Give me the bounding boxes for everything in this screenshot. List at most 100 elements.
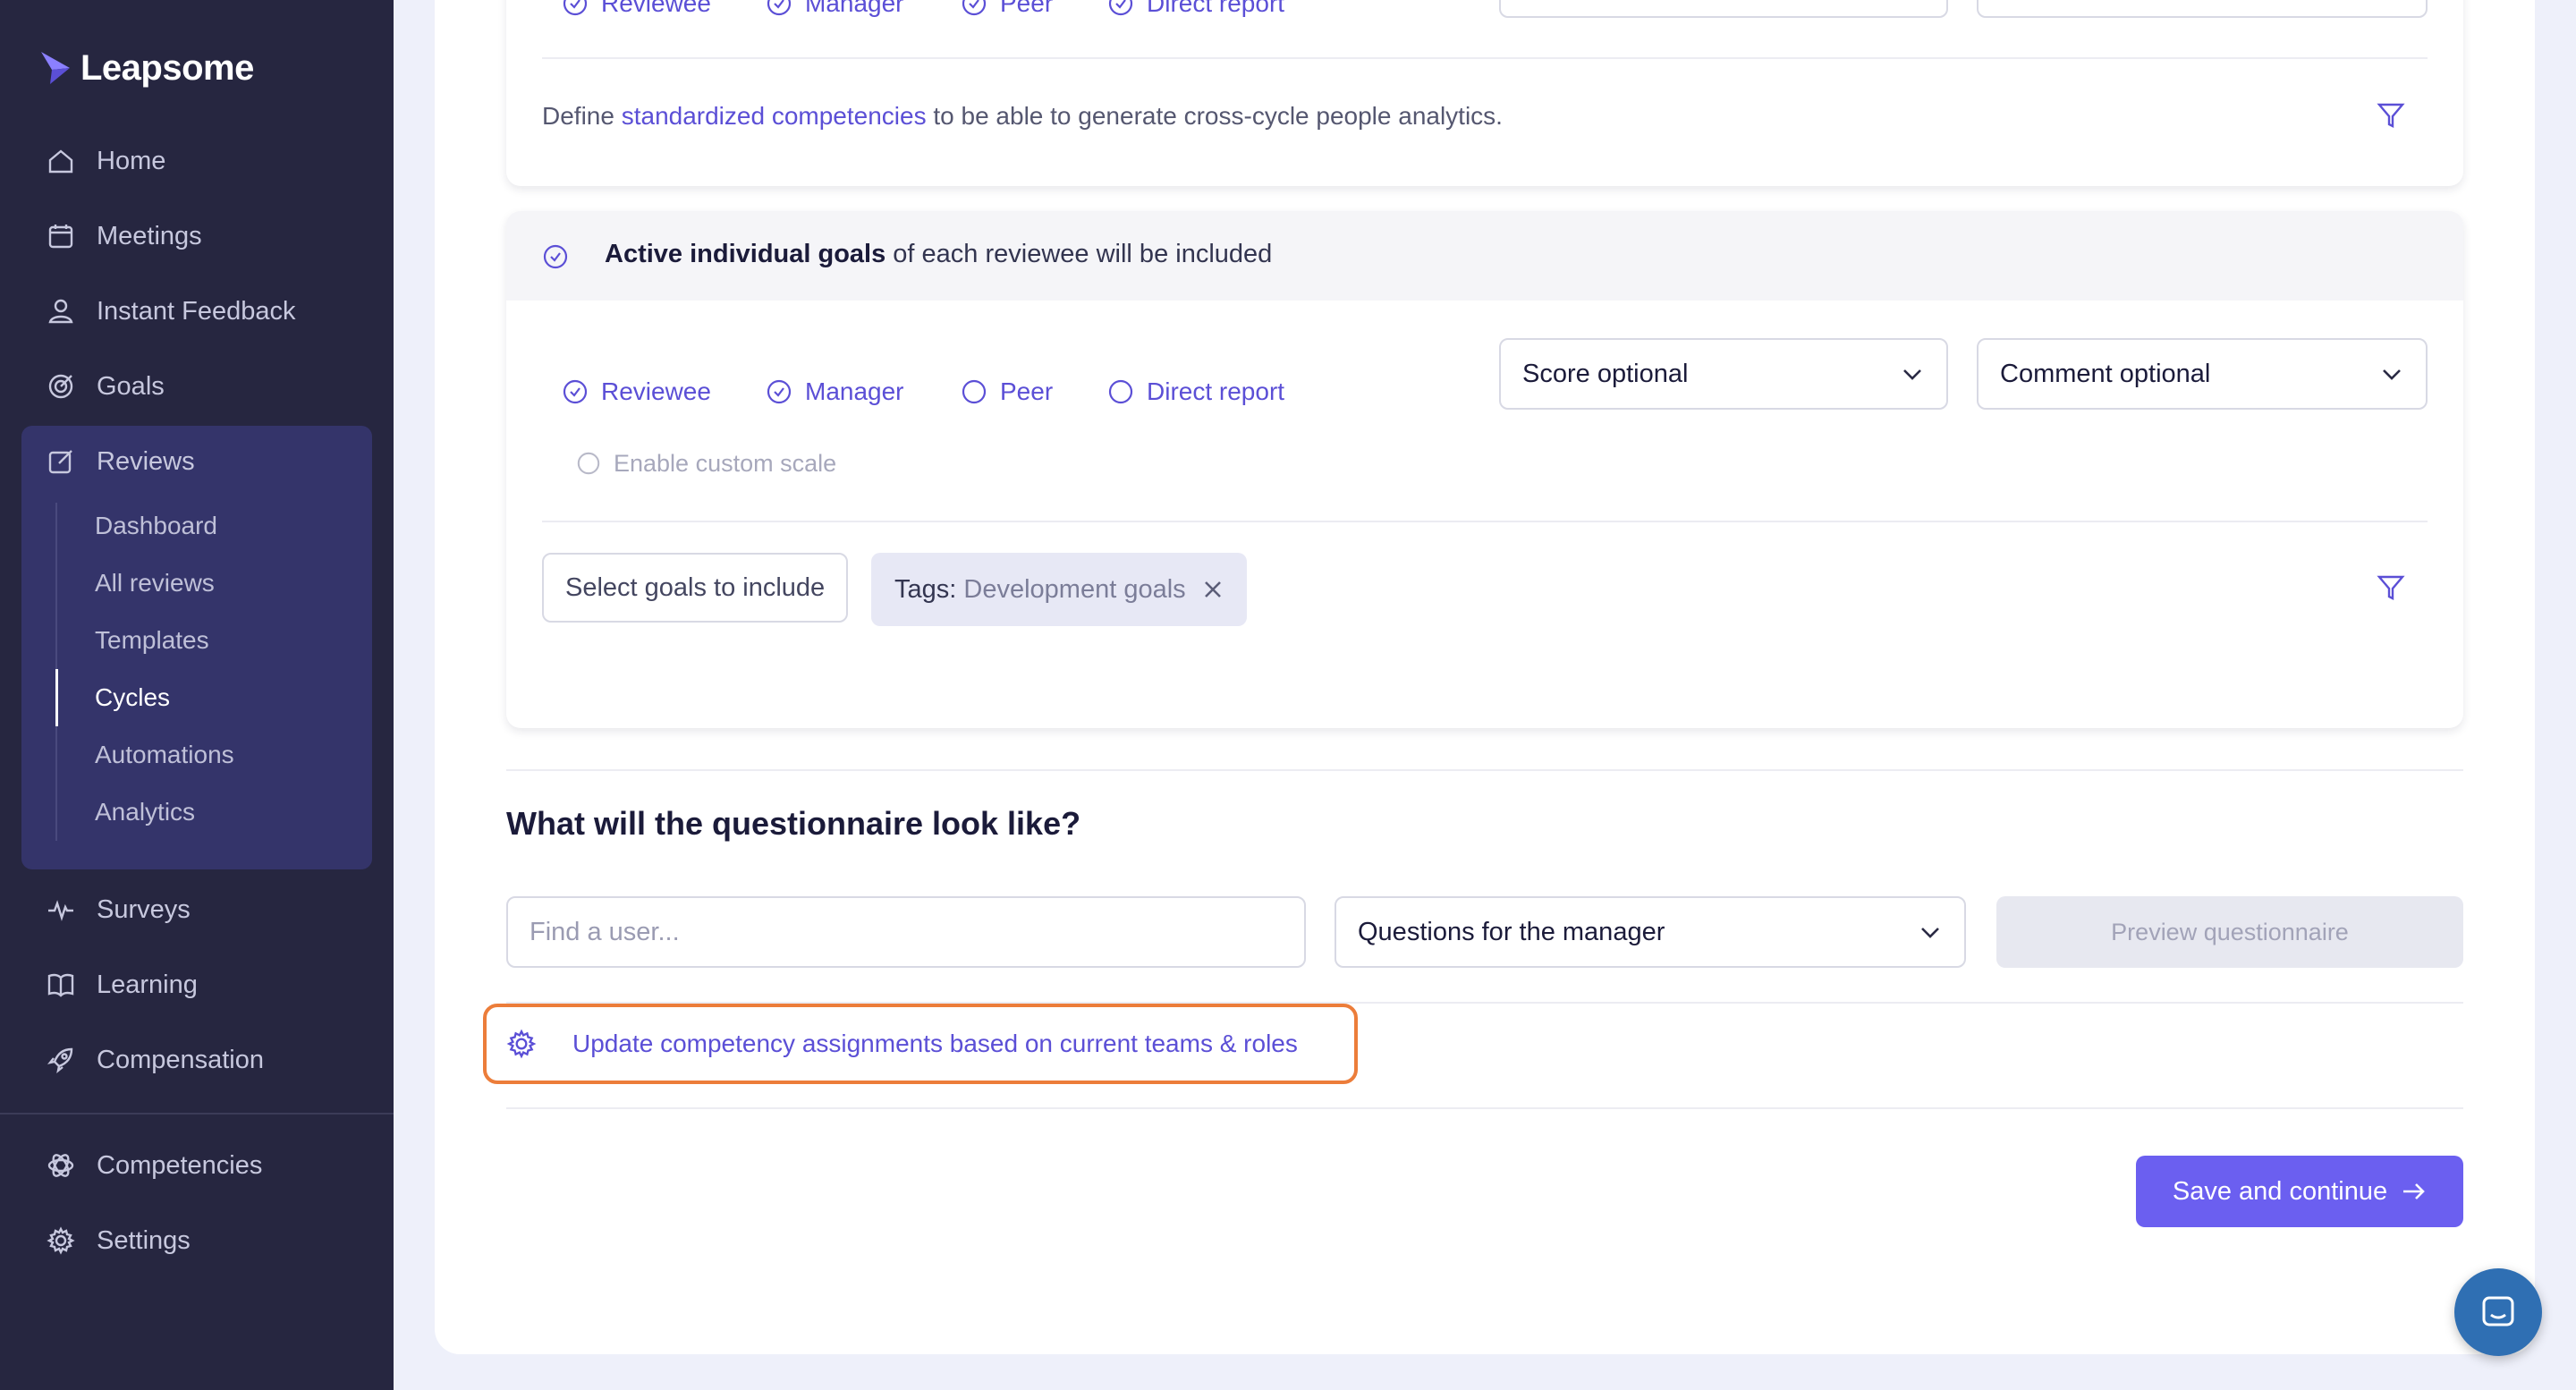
score-dropdown[interactable]: Score optional (1499, 338, 1948, 410)
find-user-input[interactable]: Find a user... (506, 896, 1306, 968)
update-link-label: Update competency assignments based on c… (572, 1030, 1298, 1057)
subnav-active-indicator (55, 669, 58, 726)
empty-circle-icon (962, 379, 987, 404)
subnav-analytics[interactable]: Analytics (95, 794, 195, 830)
custom-scale-label: Enable custom scale (614, 449, 837, 477)
leapsome-logo-icon (41, 52, 70, 84)
sidebar-item-learning[interactable]: Learning (45, 962, 198, 1007)
competencies-card (506, 0, 2463, 186)
competency-score-dropdown[interactable] (1499, 0, 1948, 18)
check-circle-icon (543, 244, 568, 269)
gear-icon (506, 1029, 537, 1059)
select-goals-button[interactable]: Select goals to include (542, 553, 849, 623)
sidebar-item-label: Surveys (97, 894, 191, 924)
role-label: Direct report (1147, 377, 1285, 405)
preview-button-label: Preview questionnaire (2111, 918, 2349, 945)
arrow-right-icon (2403, 1183, 2425, 1199)
sidebar-item-compensation[interactable]: Compensation (45, 1038, 264, 1082)
sidebar-item-label: Compensation (97, 1045, 264, 1074)
book-icon (45, 969, 77, 1001)
sidebar-item-label: Learning (97, 970, 198, 999)
competency-role-direct-report[interactable]: Direct report (1107, 0, 1284, 21)
update-competency-assignments-link[interactable]: Update competency assignments based on c… (483, 1004, 1358, 1084)
sidebar-item-home[interactable]: Home (45, 139, 165, 183)
atom-icon (45, 1149, 77, 1182)
goals-title-rest: of each reviewee will be included (886, 240, 1273, 268)
subnav-cycles[interactable]: Cycles (95, 680, 170, 716)
sidebar-item-meetings[interactable]: Meetings (45, 214, 202, 259)
sidebar-item-label: Instant Feedback (97, 296, 296, 326)
sidebar-item-label: Competencies (97, 1150, 263, 1180)
role-label: Reviewee (601, 377, 711, 405)
close-icon[interactable] (1202, 579, 1224, 600)
role-label: Manager (805, 377, 904, 405)
leapsome-logo[interactable]: Leapsome (39, 43, 254, 93)
sidebar-item-goals[interactable]: Goals (45, 364, 165, 409)
questions-dropdown[interactable]: Questions for the manager (1335, 896, 1966, 968)
sidebar-item-instant-feedback[interactable]: Instant Feedback (45, 289, 295, 334)
check-circle-icon (563, 379, 588, 404)
check-circle-icon (767, 0, 792, 16)
tag-value: Development goals (963, 574, 1186, 604)
sidebar-item-label: Goals (97, 371, 165, 401)
competency-comment-dropdown[interactable] (1977, 0, 2428, 18)
subnav-templates[interactable]: Templates (95, 623, 209, 658)
goals-role-peer[interactable]: Peer (961, 374, 1053, 410)
check-circle-icon (1108, 0, 1133, 16)
save-button-label: Save and continue (2172, 1176, 2388, 1206)
chat-icon (2482, 1296, 2514, 1326)
check-circle-icon (962, 0, 987, 16)
comment-dropdown[interactable]: Comment optional (1977, 338, 2428, 410)
competencies-hint: Define standardized competencies to be a… (542, 102, 1503, 131)
subnav-dashboard[interactable]: Dashboard (95, 508, 217, 544)
comment-dropdown-value: Comment optional (2000, 359, 2211, 388)
empty-circle-icon (1108, 379, 1133, 404)
filter-icon[interactable] (2376, 572, 2406, 603)
competency-role-peer[interactable]: Peer (961, 0, 1053, 21)
questions-dropdown-value: Questions for the manager (1358, 917, 1665, 946)
score-dropdown-value: Score optional (1522, 359, 1689, 388)
sidebar-item-label: Meetings (97, 221, 202, 250)
sidebar-item-surveys[interactable]: Surveys (45, 887, 191, 932)
sidebar-item-reviews[interactable]: Reviews (45, 439, 195, 484)
select-goals-label: Select goals to include (565, 572, 826, 602)
divider (542, 57, 2428, 59)
goals-role-direct-report[interactable]: Direct report (1107, 374, 1284, 410)
goals-role-manager[interactable]: Manager (766, 374, 904, 410)
rocket-icon (45, 1044, 77, 1076)
divider (506, 769, 2463, 771)
chevron-down-icon (2383, 369, 2401, 380)
sidebar-item-settings[interactable]: Settings (45, 1218, 191, 1263)
subnav-automations[interactable]: Automations (95, 737, 234, 773)
pulse-icon (45, 894, 77, 926)
edit-icon (45, 445, 77, 478)
filter-icon[interactable] (2376, 100, 2406, 131)
goals-role-reviewee[interactable]: Reviewee (562, 374, 711, 410)
sidebar-divider (0, 1113, 394, 1115)
role-label: Manager (805, 0, 904, 17)
goals-title-bold: Active individual goals (605, 240, 886, 268)
target-icon (45, 370, 77, 403)
check-circle-icon (767, 379, 792, 404)
competency-role-manager[interactable]: Manager (766, 0, 904, 21)
sidebar: Leapsome Home Meetings Instant Feedback … (0, 0, 394, 1390)
role-label: Peer (1000, 0, 1054, 17)
divider (506, 1107, 2463, 1109)
save-and-continue-button[interactable]: Save and continue (2136, 1156, 2463, 1227)
subnav-all-reviews[interactable]: All reviews (95, 565, 215, 601)
questionnaire-heading: What will the questionnaire look like? (506, 805, 1081, 842)
role-label: Direct report (1147, 0, 1285, 17)
chat-support-button[interactable] (2454, 1268, 2542, 1356)
tag-key: Tags: (894, 574, 957, 604)
meetings-icon (45, 220, 77, 252)
custom-scale-toggle[interactable]: Enable custom scale (576, 445, 836, 481)
competency-role-reviewee[interactable]: Reviewee (562, 0, 711, 21)
gear-icon (45, 1225, 77, 1257)
feedback-icon (45, 295, 77, 327)
role-label: Reviewee (601, 0, 711, 17)
empty-circle-icon (577, 452, 600, 475)
standardized-competencies-link[interactable]: standardized competencies (622, 102, 927, 130)
preview-questionnaire-button[interactable]: Preview questionnaire (1996, 896, 2463, 968)
tag-filter-chip[interactable]: Tags: Development goals (871, 553, 1247, 626)
sidebar-item-competencies[interactable]: Competencies (45, 1143, 262, 1188)
